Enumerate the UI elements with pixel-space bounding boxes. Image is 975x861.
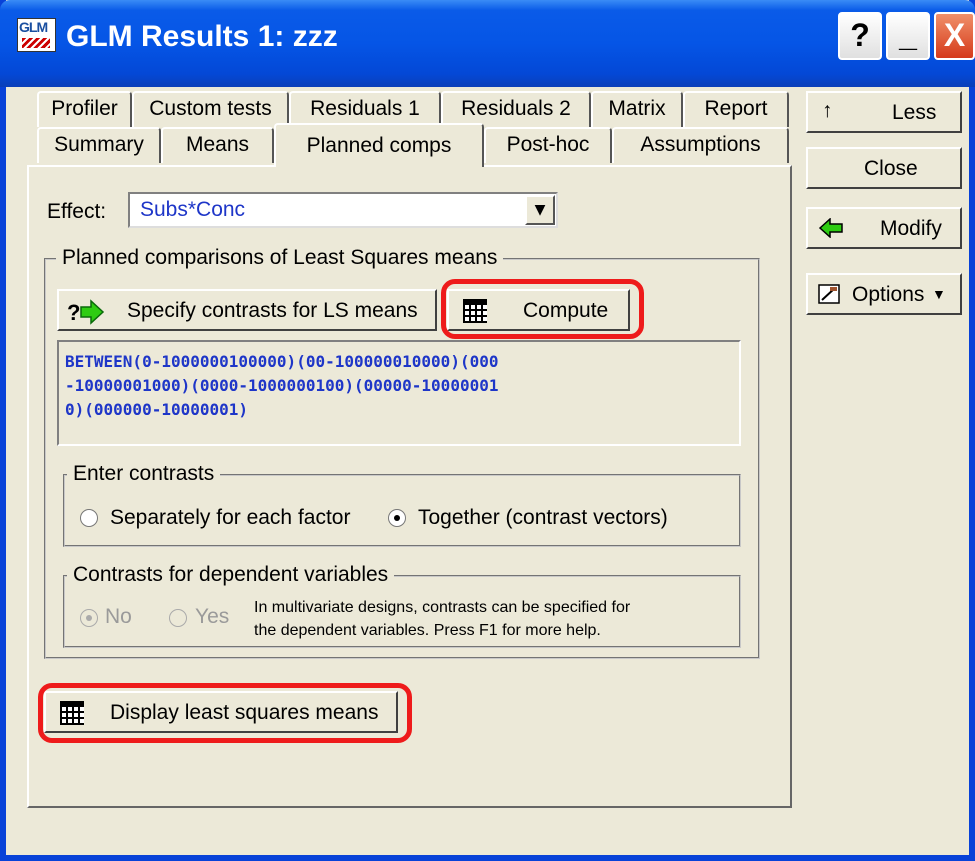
contrasts-text[interactable]: BETWEEN(0-1000000100000)(00-100000010000…	[57, 340, 741, 446]
close-window-button[interactable]: X	[934, 12, 975, 60]
tab-custom-tests[interactable]: Custom tests	[132, 91, 289, 127]
chevron-down-icon[interactable]: ▼	[525, 195, 555, 225]
arrow-left-icon	[818, 218, 843, 238]
dependent-help-line: the dependent variables. Press F1 for mo…	[254, 622, 601, 639]
dependent-help-line: In multivariate designs, contrasts can b…	[254, 599, 631, 616]
tab-profiler[interactable]: Profiler	[37, 91, 132, 127]
tab-assumptions[interactable]: Assumptions	[612, 127, 789, 163]
tab-planned-comps[interactable]: Planned comps	[274, 123, 484, 167]
together-radio[interactable]	[388, 509, 406, 527]
contrasts-line: -10000001000)(0000-1000000100)(00000-100…	[65, 376, 499, 395]
planned-comparisons-legend: Planned comparisons of Least Squares mea…	[56, 246, 504, 270]
tab-report[interactable]: Report	[683, 91, 789, 127]
svg-text:?: ?	[67, 300, 80, 325]
tab-post-hoc[interactable]: Post-hoc	[484, 127, 612, 163]
tab-matrix[interactable]: Matrix	[591, 91, 683, 127]
options-label: Options	[852, 283, 925, 306]
less-button[interactable]: ↑ Less	[806, 91, 962, 133]
modify-label: Modify	[880, 217, 942, 240]
contrasts-line: 0)(000000-10000001)	[65, 400, 249, 419]
contrasts-line: BETWEEN(0-1000000100000)(00-100000010000…	[65, 352, 499, 371]
options-icon	[818, 284, 840, 304]
help-arrow-icon: ?	[67, 299, 105, 325]
less-label: Less	[892, 101, 937, 124]
close-label: Close	[864, 157, 918, 180]
specify-contrasts-button[interactable]: ? Specify contrasts for LS means	[57, 289, 437, 331]
no-label[interactable]: No	[105, 605, 132, 629]
yes-radio[interactable]	[169, 609, 187, 627]
separately-label[interactable]: Separately for each factor	[110, 506, 350, 530]
dependent-contrasts-legend: Contrasts for dependent variables	[67, 563, 395, 587]
up-arrow-icon: ↑	[822, 99, 833, 122]
tab-residuals-2[interactable]: Residuals 2	[441, 91, 591, 127]
no-radio[interactable]	[80, 609, 98, 627]
display-highlight	[38, 683, 412, 743]
yes-label[interactable]: Yes	[195, 605, 229, 629]
tab-summary[interactable]: Summary	[37, 127, 161, 163]
title-bar[interactable]: GLM GLM Results 1: zzz ? _ X	[0, 0, 975, 87]
tab-means[interactable]: Means	[161, 127, 274, 163]
tab-residuals-1[interactable]: Residuals 1	[289, 91, 441, 127]
minimize-button[interactable]: _	[886, 12, 930, 60]
glm-app-icon: GLM	[17, 18, 56, 52]
options-button[interactable]: Options ▼	[806, 273, 962, 315]
separately-radio[interactable]	[80, 509, 98, 527]
together-label[interactable]: Together (contrast vectors)	[418, 506, 668, 530]
modify-button[interactable]: Modify	[806, 207, 962, 249]
help-button[interactable]: ?	[838, 12, 882, 60]
compute-highlight	[441, 279, 644, 339]
close-button[interactable]: Close	[806, 147, 962, 189]
effect-label: Effect:	[47, 200, 107, 223]
effect-value: Subs*Conc	[140, 198, 246, 221]
specify-contrasts-label: Specify contrasts for LS means	[127, 299, 418, 322]
enter-contrasts-legend: Enter contrasts	[67, 462, 221, 486]
effect-select[interactable]: Subs*Conc ▼	[128, 192, 558, 228]
window-title: GLM Results 1: zzz	[66, 20, 338, 53]
options-dropdown-icon: ▼	[932, 286, 946, 302]
